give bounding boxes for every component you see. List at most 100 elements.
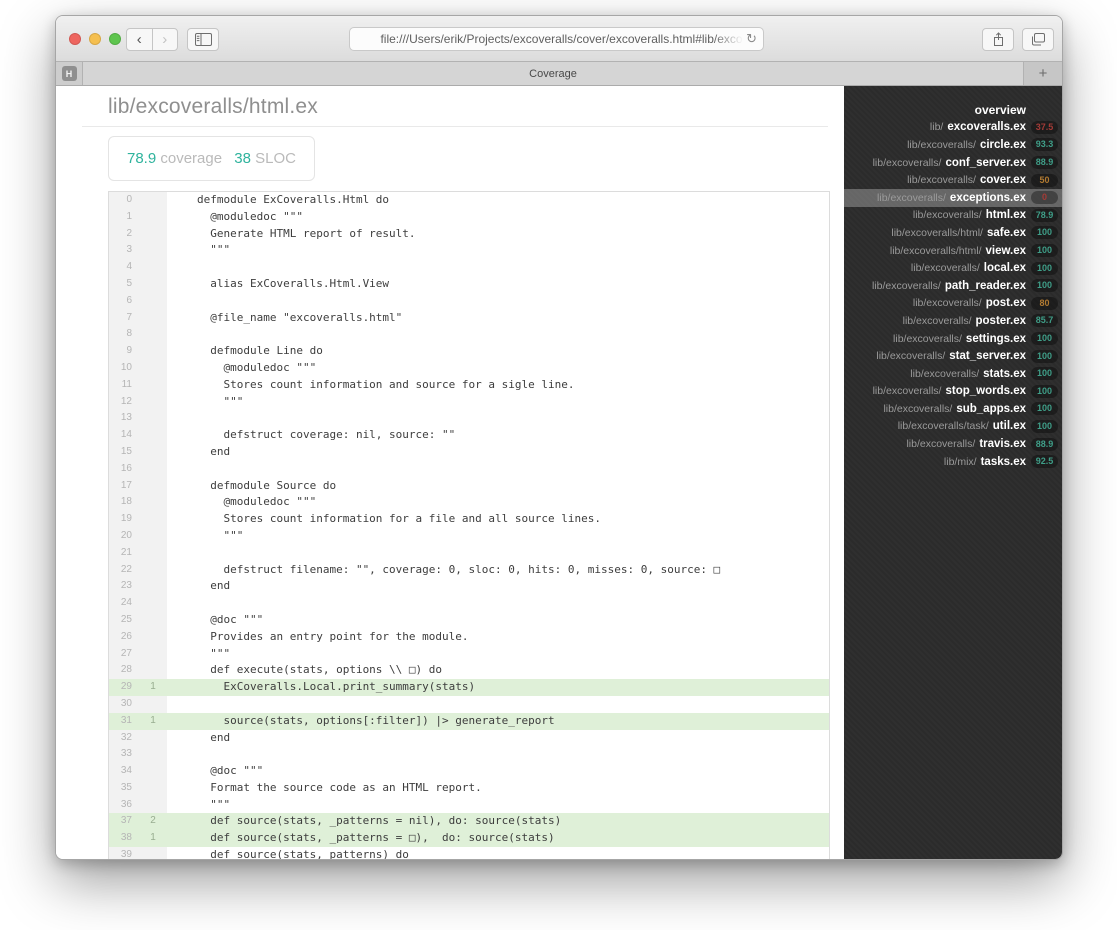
hit-count: 1 bbox=[139, 679, 167, 696]
source-text: @moduledoc """ bbox=[197, 495, 317, 509]
source-text: defstruct filename: "", coverage: 0, slo… bbox=[197, 562, 721, 576]
line-number: 4 bbox=[109, 259, 139, 276]
file-list-item[interactable]: lib/excoveralls/ post.ex 80 bbox=[844, 295, 1062, 313]
line-number: 10 bbox=[109, 359, 139, 377]
file-directory: lib/excoveralls/ bbox=[912, 209, 982, 222]
zoom-window-button[interactable] bbox=[109, 33, 121, 45]
hit-count bbox=[139, 578, 167, 596]
tab-overview-button[interactable] bbox=[1022, 28, 1054, 51]
source-text bbox=[167, 326, 829, 343]
minimize-window-button[interactable] bbox=[89, 33, 101, 45]
sidebar-panel-icon bbox=[194, 33, 212, 46]
file-list-item[interactable]: lib/excoveralls/ local.ex 100 bbox=[844, 259, 1062, 277]
hit-count bbox=[139, 343, 167, 360]
file-list-item[interactable]: lib/excoveralls/ path_reader.ex 100 bbox=[844, 277, 1062, 295]
sloc-value: 38 bbox=[234, 150, 251, 167]
file-list-item[interactable]: lib/excoveralls/ sub_apps.ex 100 bbox=[844, 400, 1062, 418]
file-directory: lib/excoveralls/ bbox=[902, 314, 972, 327]
hit-count bbox=[139, 763, 167, 780]
line-number: 2 bbox=[109, 225, 139, 243]
code-line-row: 22 defstruct filename: "", coverage: 0, … bbox=[109, 561, 829, 579]
code-line-row: 32 end bbox=[109, 729, 829, 747]
file-list-item[interactable]: overview bbox=[844, 101, 1062, 119]
code-line-row: 10 @moduledoc """ bbox=[109, 359, 829, 377]
coverage-percent-pill: 0 bbox=[1031, 191, 1058, 205]
file-list-item[interactable]: lib/excoveralls/ circle.ex 93.3 bbox=[844, 136, 1062, 154]
coverage-report-main: lib/excoveralls/html.ex 78.9 coverage 38… bbox=[56, 86, 844, 859]
file-list-item[interactable]: lib/excoveralls/ stop_words.ex 100 bbox=[844, 383, 1062, 401]
forward-button[interactable]: › bbox=[153, 29, 178, 50]
file-name: stat_server.ex bbox=[949, 350, 1026, 363]
pinned-tab[interactable]: H bbox=[56, 62, 83, 85]
file-directory: lib/excoveralls/ bbox=[871, 279, 941, 292]
hit-count: 1 bbox=[139, 830, 167, 848]
code-line-row: 5 alias ExCoveralls.Html.View bbox=[109, 275, 829, 293]
file-list-item[interactable]: lib/excoveralls/ exceptions.ex 0 bbox=[844, 188, 1062, 207]
source-text: Format the source code as an HTML report… bbox=[197, 780, 482, 794]
new-tab-button[interactable]: + bbox=[1024, 62, 1062, 85]
title-divider bbox=[82, 126, 828, 127]
hit-count bbox=[139, 460, 167, 478]
file-list-item[interactable]: lib/excoveralls/html/ safe.ex 100 bbox=[844, 224, 1062, 242]
file-list-item[interactable]: lib/excoveralls/ stat_server.ex 100 bbox=[844, 347, 1062, 365]
browser-toolbar: ‹ › file:///Users/erik/Projects/excovera… bbox=[56, 16, 1062, 62]
code-line-row: 34 @doc """ bbox=[109, 763, 829, 780]
page-title: lib/excoveralls/html.ex bbox=[108, 95, 319, 118]
code-line-row: 19 Stores count information for a file a… bbox=[109, 511, 829, 528]
line-number: 13 bbox=[109, 410, 139, 428]
file-directory: lib/excoveralls/ bbox=[877, 191, 946, 204]
share-button[interactable] bbox=[982, 28, 1014, 51]
source-text: """ bbox=[197, 528, 244, 542]
hit-count: 2 bbox=[139, 813, 167, 831]
sidebar-toggle-button[interactable] bbox=[187, 28, 219, 51]
code-line-row: 26 Provides an entry point for the modul… bbox=[109, 628, 829, 646]
line-number: 17 bbox=[109, 477, 139, 495]
file-name: circle.ex bbox=[979, 138, 1026, 151]
window-controls bbox=[69, 33, 121, 45]
file-name: settings.ex bbox=[965, 332, 1026, 345]
share-box-arrow-icon bbox=[993, 32, 1003, 46]
file-directory: lib/excoveralls/html/ bbox=[889, 244, 982, 257]
file-directory: lib/excoveralls/ bbox=[906, 438, 976, 451]
line-number: 33 bbox=[109, 746, 139, 764]
code-line-row: 30 bbox=[109, 695, 829, 713]
source-text: def source(stats, _patterns = nil), do: … bbox=[167, 813, 829, 831]
line-number: 26 bbox=[109, 628, 139, 646]
line-number: 15 bbox=[109, 443, 139, 461]
hit-count bbox=[139, 309, 167, 327]
line-number: 25 bbox=[109, 611, 139, 629]
file-list-item[interactable]: lib/excoveralls/ html.ex 78.9 bbox=[844, 207, 1062, 225]
hit-count bbox=[139, 511, 167, 528]
line-number: 11 bbox=[109, 376, 139, 394]
back-button[interactable]: ‹ bbox=[127, 29, 153, 50]
hit-count bbox=[139, 275, 167, 293]
close-window-button[interactable] bbox=[69, 33, 81, 45]
file-list-item[interactable]: lib/ excoveralls.ex 37.5 bbox=[844, 119, 1062, 137]
file-list-item[interactable]: lib/excoveralls/ travis.ex 88.9 bbox=[844, 435, 1062, 453]
file-list-item[interactable]: lib/excoveralls/ cover.ex 50 bbox=[844, 171, 1062, 189]
sloc-label: SLOC bbox=[255, 150, 296, 167]
file-list-item[interactable]: lib/excoveralls/ stats.ex 100 bbox=[844, 365, 1062, 383]
file-list-item[interactable]: lib/mix/ tasks.ex 92.5 bbox=[844, 453, 1062, 471]
code-line-row: 21 bbox=[109, 544, 829, 562]
file-name: exceptions.ex bbox=[949, 191, 1026, 204]
source-text bbox=[167, 746, 829, 763]
hit-count bbox=[139, 208, 167, 226]
line-number: 21 bbox=[109, 544, 139, 562]
file-directory: lib/excoveralls/ bbox=[883, 402, 953, 415]
line-number: 8 bbox=[109, 326, 139, 344]
file-name: conf_server.ex bbox=[945, 156, 1026, 169]
overlapping-squares-icon bbox=[1031, 33, 1045, 46]
reload-icon[interactable]: ↻ bbox=[746, 31, 757, 47]
coverage-percent-value: 78.9 bbox=[127, 150, 157, 167]
file-list-item[interactable]: lib/excoveralls/ poster.ex 85.7 bbox=[844, 312, 1062, 330]
code-line-row: 3 """ bbox=[109, 242, 829, 260]
url-address-field[interactable]: file:///Users/erik/Projects/excoveralls/… bbox=[349, 27, 764, 51]
source-text: """ bbox=[197, 243, 231, 257]
file-list-item[interactable]: lib/excoveralls/task/ util.ex 100 bbox=[844, 418, 1062, 436]
file-list-item[interactable]: lib/excoveralls/ conf_server.ex 88.9 bbox=[844, 154, 1062, 172]
file-list-item[interactable]: lib/excoveralls/html/ view.ex 100 bbox=[844, 242, 1062, 260]
tab-coverage[interactable]: Coverage bbox=[83, 62, 1024, 85]
code-line-row: 8 bbox=[109, 326, 829, 344]
file-list-item[interactable]: lib/excoveralls/ settings.ex 100 bbox=[844, 330, 1062, 348]
